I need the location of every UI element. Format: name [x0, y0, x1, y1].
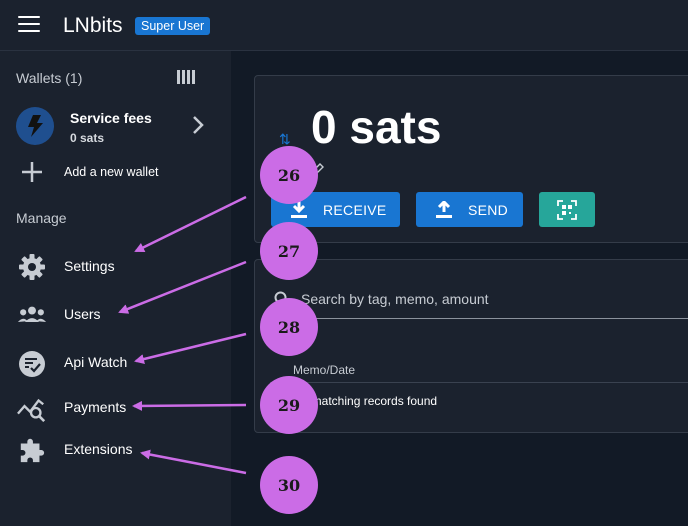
table-divider	[270, 382, 688, 383]
sidebar-label-extensions: Extensions	[64, 441, 133, 457]
sidebar-label-settings: Settings	[64, 258, 115, 274]
add-wallet-label: Add a new wallet	[64, 165, 159, 179]
callout-28: 28	[260, 298, 318, 356]
scan-qr-button[interactable]	[539, 192, 595, 227]
wallet-view-toggle-icon[interactable]	[177, 70, 195, 84]
api-watch-icon	[19, 351, 45, 377]
callout-26: 26	[260, 146, 318, 204]
search-input[interactable]	[301, 288, 688, 310]
column-header-memo-date[interactable]: Memo/Date	[293, 363, 355, 377]
sidebar-label-api-watch: Api Watch	[64, 354, 128, 370]
upload-icon	[436, 201, 452, 218]
wallet-avatar	[16, 107, 54, 145]
chevron-right-icon	[193, 116, 204, 134]
wallet-balance-display: 0 sats	[311, 101, 442, 153]
sidebar-item-payments[interactable]: Payments	[0, 388, 231, 426]
qr-scan-icon	[557, 200, 577, 220]
wallets-title: Wallets (1)	[16, 70, 83, 86]
super-user-badge: Super User	[135, 17, 211, 35]
send-label: SEND	[468, 202, 509, 218]
top-header: LNbits Super User	[0, 0, 688, 51]
bolt-icon	[28, 115, 43, 137]
plus-icon	[22, 162, 42, 182]
users-icon	[17, 306, 47, 323]
app-name[interactable]: LNbits	[63, 14, 123, 38]
balance-card: ⇅ 0 sats RECEIVE SEND	[254, 75, 688, 243]
wallet-item-service-fees[interactable]: Service fees 0 sats	[0, 103, 231, 151]
callout-30: 30	[260, 456, 318, 514]
download-icon	[291, 201, 307, 218]
puzzle-icon	[20, 438, 45, 463]
sidebar: Wallets (1) Service fees 0 sats Add a ne…	[0, 51, 231, 526]
wallet-name: Service fees	[70, 110, 152, 126]
manage-title: Manage	[16, 210, 67, 226]
sidebar-item-users[interactable]: Users	[0, 295, 231, 333]
send-button[interactable]: SEND	[416, 192, 523, 227]
sidebar-item-api-watch[interactable]: Api Watch	[0, 343, 231, 381]
gear-icon	[19, 254, 45, 280]
hamburger-menu-icon[interactable]	[18, 16, 40, 34]
callout-27: 27	[260, 222, 318, 280]
receive-label: RECEIVE	[323, 202, 387, 218]
payments-chart-icon	[17, 398, 46, 422]
search-underline	[270, 318, 688, 319]
add-wallet-button[interactable]: Add a new wallet	[0, 159, 231, 185]
callout-29: 29	[260, 376, 318, 434]
wallet-balance: 0 sats	[70, 131, 105, 145]
sidebar-label-payments: Payments	[64, 399, 127, 415]
sidebar-label-users: Users	[64, 306, 101, 322]
sidebar-item-extensions[interactable]: Extensions	[0, 430, 231, 468]
sidebar-item-settings[interactable]: Settings	[0, 247, 231, 285]
transactions-card: Memo/Date No matching records found	[254, 259, 688, 433]
